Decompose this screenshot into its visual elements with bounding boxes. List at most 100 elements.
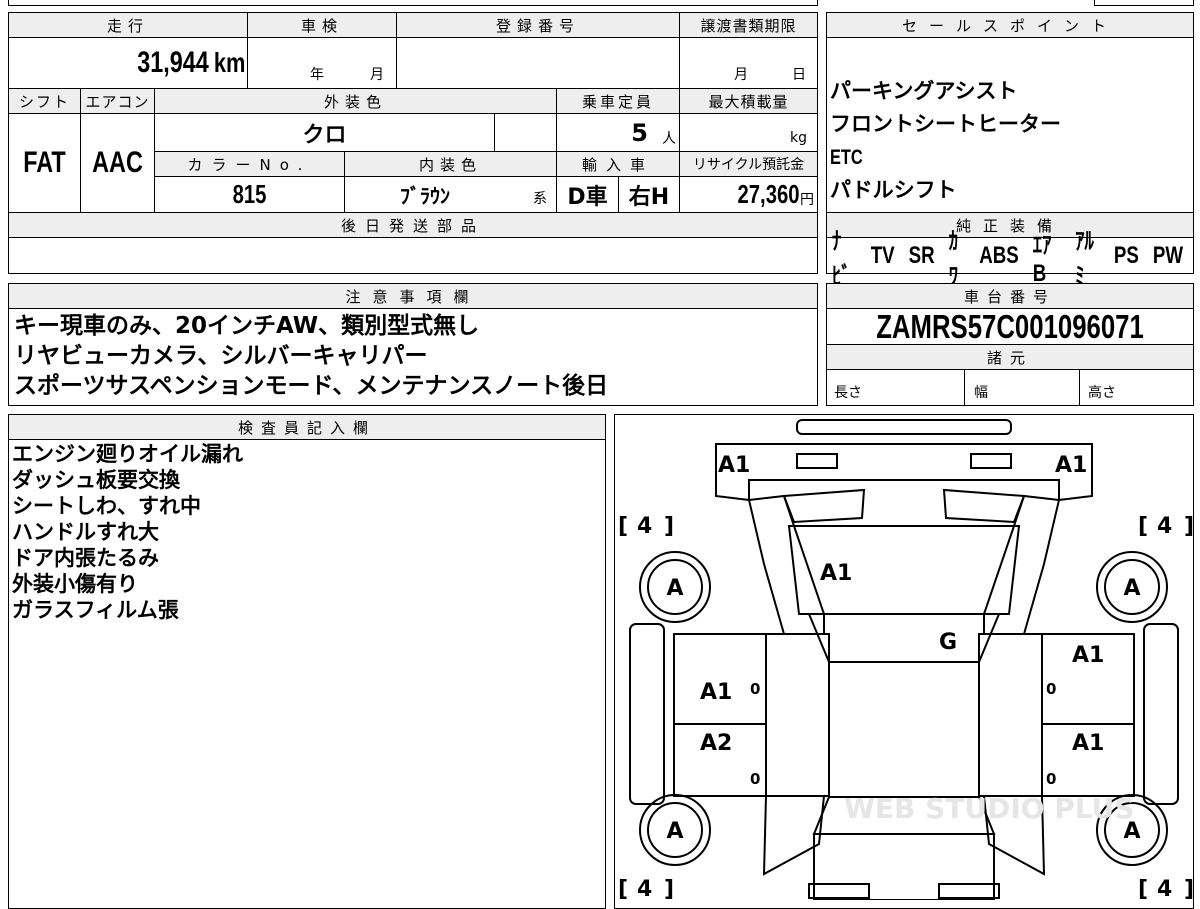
equipment-abs: ABS	[979, 242, 1019, 269]
inspection-month: 月	[370, 67, 384, 83]
transfer-deadline-header: 譲渡書類期限	[679, 12, 818, 38]
top-strip	[8, 0, 818, 6]
later-parts-header: 後日発送部品	[8, 212, 818, 238]
mark-windshield: G	[939, 630, 957, 655]
inspector-line: ダッシュ板要交換	[12, 468, 180, 492]
trunk	[813, 833, 995, 900]
mark-right-rear-door: A1	[1072, 731, 1104, 756]
registration-cell	[396, 37, 680, 89]
transfer-day: 日	[792, 67, 806, 83]
note-line: スポーツサスペンションモード、メンテナンスノート後日	[14, 373, 609, 399]
mileage-header: 走行	[8, 12, 248, 38]
right-pillar-area	[978, 633, 1043, 797]
sales-points-header: セールスポイント	[826, 12, 1194, 38]
wheel-label: A	[666, 819, 683, 844]
inspector-line: シートしわ、すれ中	[12, 494, 201, 518]
seat-zero: 0	[750, 680, 760, 698]
mileage-unit: km	[213, 47, 245, 78]
ac-value: AAC	[92, 146, 143, 179]
recycle-fee-number: 27,360	[737, 179, 800, 209]
tire-label-front-left: 4	[637, 514, 652, 539]
inspector-header: 検査員記入欄	[8, 414, 606, 440]
mark-right-front-door: A1	[1072, 643, 1104, 668]
capacity-value: 5 人	[556, 113, 676, 152]
chassis-number-value: ZAMRS57C001096071	[876, 307, 1144, 345]
mileage-value: 31,944 km	[60, 37, 245, 89]
color-no-header: カラーNo.	[154, 151, 345, 177]
windshield	[807, 613, 1001, 663]
tire-label-rear-right: 4	[1157, 877, 1172, 900]
wheel-label: A	[666, 576, 683, 601]
sales-point-item: パドルシフト	[830, 178, 957, 202]
inspection-year: 年	[310, 67, 324, 83]
equipment-sunroof: SR	[908, 242, 935, 269]
seat-zero: 0	[1046, 770, 1056, 788]
interior-color-suffix: 系	[533, 191, 547, 207]
inspector-line: ハンドルすれ大	[12, 520, 159, 544]
inspector-lines: エンジン廻りオイル漏れ ダッシュ板要交換 シートしわ、すれ中 ハンドルすれ大 ド…	[12, 441, 602, 623]
mark-front-right: A1	[1055, 453, 1087, 478]
max-load-unit: kg	[790, 130, 807, 146]
import-header: 輸入車	[556, 151, 680, 177]
left-side-skirt	[629, 623, 665, 805]
front-bumper	[715, 443, 1093, 502]
exterior-color-value: クロ	[302, 122, 347, 148]
svg-text:[: [	[1138, 514, 1148, 539]
capacity-number: 5	[631, 118, 648, 147]
seat-zero: 0	[1046, 680, 1056, 698]
equipment-alloy-wheels: ｱﾙﾐ	[1075, 228, 1094, 290]
sales-point-item: フロントシートヒーター	[830, 112, 1061, 136]
svg-text:]: ]	[1184, 877, 1194, 900]
equipment-power-windows: PW	[1152, 242, 1184, 269]
specs-header: 諸元	[826, 344, 1194, 370]
inspector-line: 外装小傷有り	[12, 572, 138, 596]
note-line: リヤビューカメラ、シルバーキャリパー	[14, 343, 428, 369]
roof	[828, 661, 980, 798]
inspector-line: エンジン廻りオイル漏れ	[12, 442, 243, 466]
front-bumper-marker	[796, 419, 1012, 435]
left-headlight	[782, 488, 866, 524]
capacity-unit: 人	[662, 130, 676, 147]
left-fog-lamp	[796, 453, 838, 469]
import-value-2: 右H	[628, 184, 670, 210]
color-no-value: 815	[232, 179, 267, 209]
mark-left-front-door: A1	[700, 680, 732, 705]
ac-header: エアコン	[80, 88, 155, 114]
sales-point-item: パーキングアシスト	[830, 79, 1018, 103]
inspection-header: 車検	[247, 12, 397, 38]
mileage-number: 31,944	[136, 46, 209, 79]
notes-header: 注意事項欄	[8, 283, 818, 309]
inspector-line: ガラスフィルム張	[12, 598, 179, 622]
seat-zero: 0	[750, 770, 760, 788]
equipment-airbag: ｴｱB	[1032, 231, 1052, 287]
svg-text:[: [	[618, 514, 628, 539]
specs-width-label: 幅	[974, 385, 988, 401]
right-headlight	[942, 488, 1026, 524]
genuine-equipment-header: 純正装備	[826, 212, 1194, 238]
sales-point-item: ETC	[830, 146, 863, 169]
right-side-skirt	[1143, 623, 1179, 805]
notes-lines: キー現車のみ、20インチAW、類別型式無し リヤビューカメラ、シルバーキャリパー…	[14, 312, 814, 402]
import-value-1: D車	[567, 184, 608, 210]
recycle-fee-header: リサイクル預託金	[679, 151, 818, 177]
recycle-fee-value: 27,360 円	[679, 176, 814, 213]
mark-front-left: A1	[718, 453, 750, 478]
max-load-header: 最大積載量	[679, 88, 818, 114]
tire-label-front-right: 4	[1157, 514, 1172, 539]
interior-color-header: 内装色	[344, 151, 557, 177]
note-line: キー現車のみ、20インチAW、類別型式無し	[14, 313, 480, 339]
capacity-header: 乗車定員	[556, 88, 680, 114]
inspector-line: ドア内張たるみ	[12, 546, 159, 570]
sales-points-list: パーキングアシスト フロントシートヒーター ETC パドルシフト	[830, 77, 1190, 209]
equipment-nav: ﾅﾋﾞ	[832, 228, 851, 290]
genuine-equipment-list: ﾅﾋﾞ TV SR ｶﾜ ABS ｴｱB ｱﾙﾐ PS PW	[832, 228, 1184, 290]
interior-color-cell	[344, 176, 557, 213]
svg-text:]: ]	[664, 877, 674, 900]
car-damage-diagram: [ 4 ] [ 4 ] [ 4 ] [ 4 ] A A A A A1 A1 A1…	[618, 419, 1194, 900]
svg-text:]: ]	[1184, 514, 1194, 539]
equipment-leather: ｶﾜ	[948, 228, 959, 290]
left-pillar-area	[765, 633, 830, 797]
registration-header: 登録番号	[396, 12, 680, 38]
right-fog-lamp	[970, 453, 1012, 469]
wheel-label: A	[1123, 576, 1140, 601]
